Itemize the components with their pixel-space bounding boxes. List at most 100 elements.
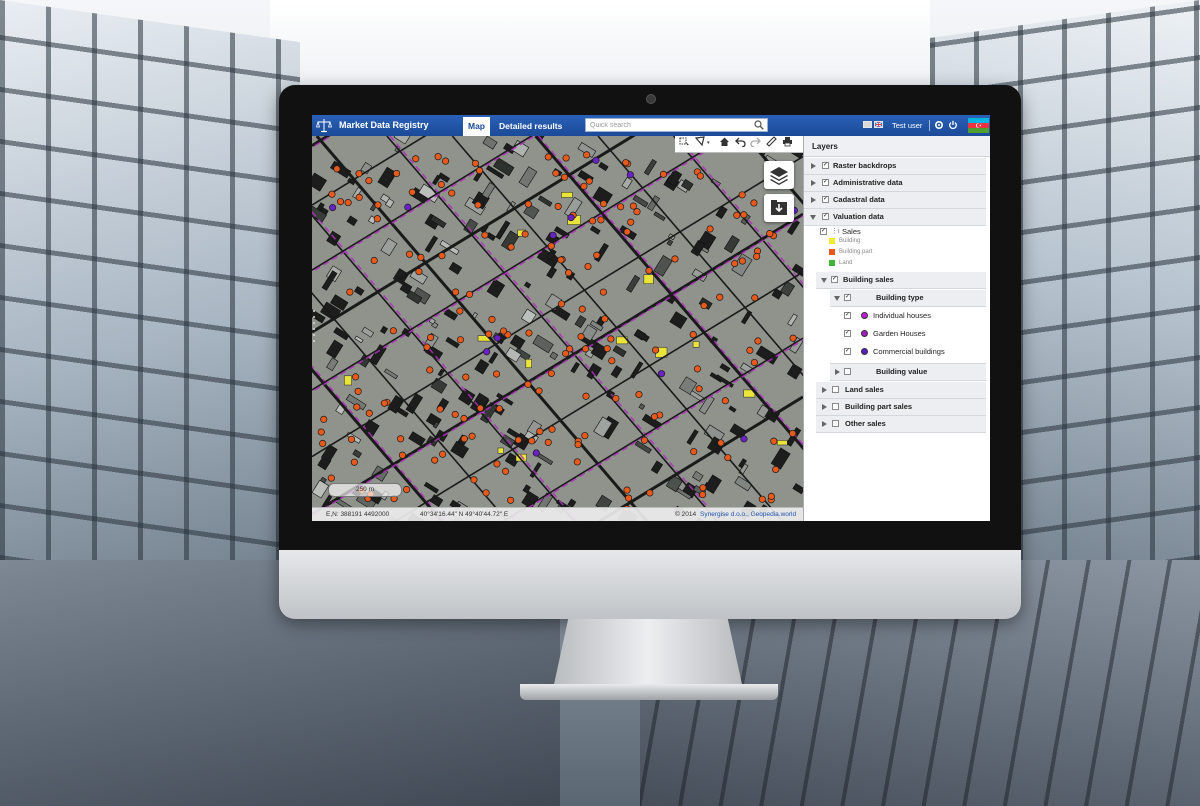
collapse-arrow-icon[interactable] — [834, 296, 840, 301]
sale-marker[interactable] — [547, 369, 555, 377]
sale-marker[interactable] — [451, 410, 459, 419]
sale-marker[interactable] — [528, 437, 536, 445]
sale-marker[interactable] — [380, 399, 388, 407]
sale-marker[interactable] — [320, 415, 328, 423]
sale-marker[interactable] — [640, 436, 649, 444]
sale-marker[interactable] — [635, 390, 643, 399]
layer-checkbox[interactable] — [822, 179, 829, 186]
sale-marker[interactable] — [336, 198, 345, 206]
sale-marker[interactable] — [601, 315, 609, 323]
sale-marker[interactable] — [448, 189, 456, 197]
sale-marker[interactable] — [754, 337, 762, 345]
sale-marker[interactable] — [415, 268, 423, 276]
sale-marker[interactable] — [578, 305, 586, 313]
commercial-sale-marker[interactable] — [740, 435, 748, 443]
map-canvas[interactable] — [312, 136, 803, 521]
sale-marker[interactable] — [393, 169, 401, 177]
layer-checkbox[interactable] — [844, 368, 851, 375]
sale-marker[interactable] — [716, 293, 724, 301]
layer-group-land-sales[interactable]: Land sales — [816, 382, 986, 399]
redo-icon[interactable] — [750, 136, 761, 147]
sale-marker[interactable] — [629, 202, 637, 210]
layer-checkbox[interactable] — [822, 162, 829, 169]
sale-marker[interactable] — [365, 409, 373, 417]
sale-marker[interactable] — [625, 494, 633, 502]
sale-marker[interactable] — [434, 153, 442, 161]
sale-marker[interactable] — [717, 439, 725, 447]
expand-arrow-icon[interactable] — [811, 197, 816, 203]
sale-marker[interactable] — [452, 288, 460, 296]
sale-marker[interactable] — [544, 153, 552, 161]
sale-marker[interactable] — [327, 474, 335, 482]
sale-marker[interactable] — [724, 454, 732, 462]
sale-marker[interactable] — [374, 201, 382, 209]
sale-marker[interactable] — [333, 165, 341, 173]
sale-marker[interactable] — [439, 450, 447, 458]
language-flag-english[interactable] — [874, 121, 883, 128]
sale-marker[interactable] — [696, 172, 704, 180]
commercial-sale-marker[interactable] — [532, 449, 540, 457]
sale-marker[interactable] — [766, 230, 774, 238]
sale-marker[interactable] — [695, 385, 703, 393]
sale-marker[interactable] — [493, 460, 501, 468]
measure-area-icon[interactable] — [695, 136, 706, 147]
sale-marker[interactable] — [438, 252, 446, 260]
sale-marker[interactable] — [652, 346, 660, 354]
building-sale-highlight[interactable] — [344, 375, 352, 386]
sale-marker[interactable] — [437, 180, 445, 189]
expand-arrow-icon[interactable] — [835, 369, 840, 375]
sale-marker[interactable] — [460, 435, 468, 443]
sale-marker[interactable] — [751, 294, 759, 302]
sale-marker[interactable] — [689, 331, 697, 339]
sale-marker[interactable] — [557, 256, 565, 264]
layer-group-administrative-data[interactable]: Administrative data — [804, 175, 986, 192]
sale-marker[interactable] — [398, 451, 406, 459]
sale-marker[interactable] — [561, 173, 569, 181]
layer-group-raster-backdrops[interactable]: Raster backdrops — [804, 158, 986, 175]
sale-marker[interactable] — [319, 439, 327, 448]
sale-marker[interactable] — [772, 465, 780, 473]
sale-marker[interactable] — [622, 159, 630, 167]
sale-marker[interactable] — [370, 256, 378, 265]
sale-marker[interactable] — [482, 489, 490, 497]
sale-marker[interactable] — [488, 315, 496, 323]
sale-marker[interactable] — [627, 218, 635, 226]
sale-marker[interactable] — [607, 335, 615, 343]
commercial-sale-marker[interactable] — [404, 203, 412, 211]
sale-marker[interactable] — [427, 333, 435, 341]
layer-checkbox[interactable] — [832, 403, 839, 410]
sale-marker[interactable] — [352, 373, 360, 381]
building-sale-highlight[interactable] — [525, 359, 532, 368]
sale-marker[interactable] — [603, 345, 611, 353]
sale-marker[interactable] — [789, 334, 797, 342]
sale-marker[interactable] — [547, 242, 555, 250]
sale-marker[interactable] — [500, 327, 508, 335]
sale-marker[interactable] — [562, 349, 570, 358]
sale-marker[interactable] — [468, 432, 476, 440]
sale-marker[interactable] — [770, 437, 778, 445]
sale-marker[interactable] — [471, 159, 479, 167]
sale-marker[interactable] — [693, 365, 701, 373]
sale-marker[interactable] — [346, 288, 354, 296]
sale-marker[interactable] — [554, 202, 562, 210]
layer-checkbox[interactable] — [844, 312, 851, 319]
sale-marker[interactable] — [599, 200, 608, 208]
sale-marker[interactable] — [476, 404, 484, 412]
commercial-sale-marker[interactable] — [592, 156, 600, 164]
building-sale-highlight[interactable] — [643, 274, 654, 284]
sale-marker[interactable] — [753, 252, 761, 261]
undo-icon[interactable] — [735, 136, 746, 147]
layer-checkbox[interactable] — [844, 294, 851, 301]
settings-icon[interactable] — [934, 120, 944, 130]
sale-marker[interactable] — [557, 300, 566, 308]
sale-marker[interactable] — [562, 154, 570, 162]
sale-marker[interactable] — [597, 216, 605, 224]
sale-marker[interactable] — [521, 230, 529, 238]
commercial-sale-marker[interactable] — [567, 214, 575, 222]
expand-arrow-icon[interactable] — [811, 163, 816, 169]
sale-marker[interactable] — [599, 288, 607, 296]
sale-marker[interactable] — [617, 203, 625, 211]
layer-group-building-value[interactable]: Building value — [830, 363, 986, 381]
copyright-link[interactable]: Synergise d.o.o., Geopedia.world — [700, 511, 796, 518]
sale-marker[interactable] — [750, 199, 758, 207]
